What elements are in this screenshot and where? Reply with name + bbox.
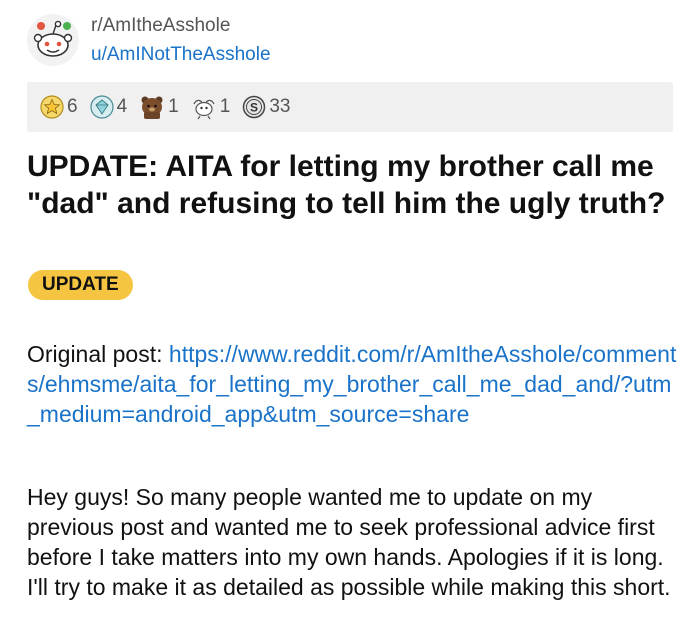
award-bear[interactable]: 1 [139, 94, 179, 120]
platinum-gem-award-icon [89, 95, 114, 119]
author-username[interactable]: u/AmINotTheAsshole [91, 42, 271, 68]
award-count: 1 [168, 96, 179, 117]
svg-text:S: S [250, 101, 258, 115]
award-platinum[interactable]: 4 [89, 95, 128, 119]
snoo-avatar-icon[interactable] [27, 14, 79, 66]
award-count: 33 [269, 96, 291, 117]
post-title[interactable]: UPDATE: AITA for letting my brother call… [27, 148, 677, 222]
award-wholesome[interactable]: 1 [191, 94, 231, 120]
post-body-text: Hey guys! So many people wanted me to up… [27, 484, 671, 600]
original-post-label: Original post: [27, 341, 169, 367]
post-meta: r/AmItheAsshole u/AmINotTheAsshole [91, 14, 271, 68]
gold-star-award-icon [40, 95, 64, 119]
award-count: 4 [116, 96, 128, 117]
post-flair-badge[interactable]: UPDATE [28, 270, 133, 300]
award-count: 6 [67, 96, 78, 117]
silver-award-icon: S [242, 95, 266, 119]
awards-bar[interactable]: 6 4 1 1 S 33 [27, 82, 673, 132]
award-silver[interactable]: S 33 [242, 95, 290, 119]
award-count: 1 [219, 96, 231, 117]
subreddit-name[interactable]: r/AmItheAsshole [91, 14, 271, 38]
post-header: r/AmItheAsshole u/AmINotTheAsshole [27, 12, 677, 72]
original-post-paragraph: Original post: https://www.reddit.com/r/… [27, 339, 677, 429]
bear-award-icon [139, 94, 165, 120]
award-gold[interactable]: 6 [40, 95, 78, 119]
wholesome-award-icon [191, 94, 217, 120]
